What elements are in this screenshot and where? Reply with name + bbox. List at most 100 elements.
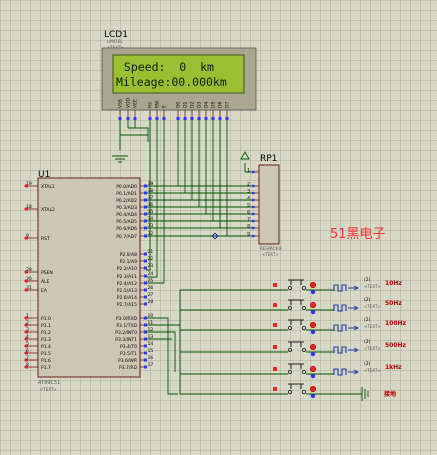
lcd-pin-label: D0 (176, 102, 182, 108)
switch-state-indicator-icon[interactable] (309, 321, 317, 329)
ground-label: 接地 (383, 390, 396, 398)
respack-pin-number: 8 (247, 224, 250, 230)
mcu-right-pin-number: 32 (148, 231, 154, 237)
mcu-right-pin-number: 26 (148, 285, 154, 291)
mcu-left-pin-name: RST (41, 236, 50, 242)
switch-contact-left (287, 305, 292, 310)
lcd-d3-wire (146, 120, 200, 208)
source-pin-number: (2) (364, 361, 371, 367)
mcu-component[interactable]: U1 19XTAL118XTAL29RST29PSEN30ALE31EA1P1.… (24, 170, 153, 392)
lcd-pin-label: D5 (211, 102, 217, 108)
lcd-pin-marker (218, 117, 222, 120)
lcd-pin-marker (126, 117, 130, 120)
pushbutton-icon (288, 279, 304, 285)
lcd-pin-label: E (162, 105, 168, 108)
lcd-pin-label: D2 (190, 102, 196, 108)
switch-state-indicator-small-icon (310, 351, 316, 357)
source-text-tag: <TEXT> (364, 284, 381, 289)
mcu-right-pin-name: P3.4/T0 (120, 344, 137, 350)
respack-pin-marker (252, 212, 255, 216)
respack-ref: RP1 (260, 154, 277, 164)
switch-state-indicator-icon[interactable] (309, 385, 317, 393)
switch-row[interactable]: 接地 (180, 383, 396, 401)
lcd-pin-marker (155, 117, 159, 120)
pushbutton-icon (288, 341, 304, 347)
mcu-right-pin-name: P0.5/AD5 (116, 219, 137, 225)
source-text-tag: <TEXT> (364, 324, 381, 329)
switch-contact-left (287, 285, 292, 290)
mcu-right-pin-name: P2.7/A15 (117, 302, 137, 308)
mcu-right-pin-name: P0.2/AD2 (116, 198, 137, 204)
brand-label: 51黑电子 (330, 227, 386, 242)
mcu-right-pin-name: P3.1/TXD (116, 323, 137, 329)
mcu-right-pin-number: 14 (148, 341, 154, 347)
switch-left-marker (273, 323, 277, 327)
mcu-right-pin-number: 38 (148, 188, 154, 194)
mcu-left-pin-number: 18 (26, 204, 32, 210)
lcd-pin-marker (118, 117, 122, 120)
mcu-right-pin-number: 25 (148, 278, 154, 284)
mcu-left-pin-name: P1.7 (41, 365, 51, 371)
switch-state-indicator-small-icon (310, 329, 316, 335)
mcu-right-pin-number: 27 (148, 292, 154, 298)
mcu-left-pin-name: XTAL2 (41, 207, 55, 213)
mcu-right-pin-name: P0.0/AD0 (116, 184, 137, 190)
respack-component[interactable]: RP1 1 2345678 9 RESPACK-8 <TEXT> (247, 154, 282, 257)
switch-state-indicator-icon[interactable] (309, 365, 317, 373)
switch-row[interactable]: (2)<TEXT> 50Hz (180, 297, 402, 315)
schematic-canvas: LCD1 LM016L <TEXT> Speed: 0 km Mileage:0… (24, 30, 407, 401)
respack-pin-marker (252, 198, 255, 202)
switch-state-indicator-icon[interactable] (309, 281, 317, 289)
switch-row[interactable]: (2)<TEXT> 100Hz (180, 317, 407, 335)
mcu-right-pin-name: P0.1/AD1 (116, 191, 137, 197)
switch-state-indicator-icon[interactable] (309, 301, 317, 309)
lcd-component[interactable]: LCD1 LM016L <TEXT> Speed: 0 km Mileage:0… (101, 30, 257, 120)
lcd-ground-wire (112, 120, 148, 163)
source-arrow-icon (348, 369, 360, 375)
lcd-pin-label: D3 (197, 102, 203, 108)
mcu-left-pin-number: 4 (26, 334, 29, 340)
switch-contact-left (287, 369, 292, 374)
respack-text-tag: <TEXT> (262, 252, 279, 257)
mcu-right-pin-name: P0.7/AD7 (116, 234, 137, 240)
mcu-left-pin-number: 5 (26, 341, 29, 347)
mcu-right-pin-number: 37 (148, 195, 154, 201)
lcd-pin-marker (190, 117, 194, 120)
switch-contact-right (301, 325, 306, 330)
lcd-pin-label: VSS (118, 99, 124, 108)
mcu-right-pin-name: P3.6/WR (118, 358, 137, 364)
mcu-right-pin-number: 21 (148, 249, 154, 255)
mcu-left-pin-name: P1.5 (41, 351, 51, 357)
mcu-right-pin-name: P2.1/A9 (120, 259, 137, 265)
source-pin-number: (2) (364, 297, 371, 303)
switch-contact-left (287, 389, 292, 394)
respack-pin-number: 3 (247, 189, 250, 195)
respack-pin-number: 7 (247, 217, 250, 223)
source-pin-number: (2) (364, 339, 371, 345)
switch-left-marker (273, 303, 277, 307)
mcu-left-pin-name: ALE (41, 279, 50, 285)
switch-row[interactable]: (2)<TEXT> 10Hz (180, 277, 402, 295)
switch-contact-right (301, 285, 306, 290)
mcu-right-pin-name: P2.6/A14 (117, 295, 137, 301)
switch-left-marker (273, 283, 277, 287)
lcd-pin-marker (211, 117, 215, 120)
switch-state-indicator-icon[interactable] (309, 343, 317, 351)
mcu-right-pin-name: P3.0/RXD (116, 316, 138, 322)
mcu-left-pin-name: P1.1 (41, 323, 51, 329)
mcu-left-pin-number: 2 (26, 320, 29, 326)
lcd-pin-label: D4 (204, 102, 210, 108)
pulse-source-icon (333, 324, 347, 332)
switch-row[interactable]: (2)<TEXT> 500Hz (180, 339, 407, 357)
switch-row[interactable]: (2)<TEXT> 1kHz (180, 361, 402, 379)
lcd-pin-marker (197, 117, 201, 120)
lcd-line2: Mileage:00.000km (116, 75, 227, 89)
pulse-source-icon (333, 368, 347, 376)
mcu-right-pin-name: P3.5/T1 (120, 351, 137, 357)
pushbutton-icon (288, 319, 304, 325)
mcu-left-pin-number: 9 (26, 233, 29, 239)
respack-pin-marker (252, 191, 255, 195)
switch-left-marker (273, 387, 277, 391)
mcu-left-pin-number: 31 (26, 285, 32, 291)
switch-state-indicator-small-icon (310, 393, 316, 399)
